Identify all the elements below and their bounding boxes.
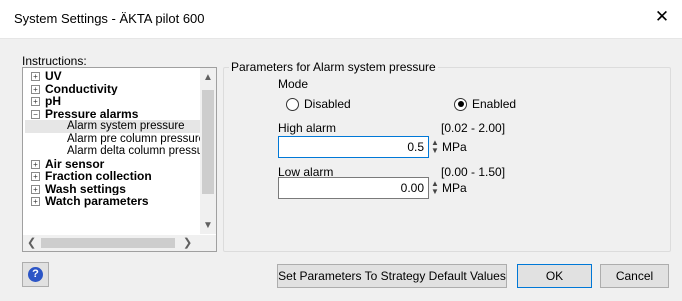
expand-icon[interactable]: + <box>31 84 40 94</box>
radio-enabled-circle <box>454 97 467 111</box>
title-bar: System Settings - ÄKTA pilot 600 ✕ <box>0 0 682 39</box>
tree-item-label: Air sensor <box>45 157 105 170</box>
tree-item-label: Alarm delta column pressur <box>67 145 200 157</box>
tree-list: + UV + Conductivity + pH − Pressure alarms Alarm… <box>25 70 200 208</box>
tree-child-item[interactable]: Alarm delta column pressur <box>25 145 200 158</box>
tree-item-label: Wash settings <box>45 182 126 195</box>
tree-child-item[interactable]: Alarm system pressure <box>25 120 200 133</box>
low-alarm-input[interactable]: 0.00 <box>278 177 429 199</box>
tree-item-label: Watch parameters <box>45 195 149 208</box>
mode-enabled-label: Enabled <box>472 97 517 111</box>
expand-icon[interactable]: + <box>31 184 40 194</box>
tree-item-label: Alarm system pressure <box>67 120 185 132</box>
scroll-right-icon[interactable]: ❯ <box>183 236 192 249</box>
low-alarm-spinner[interactable]: ▲ ▼ <box>431 180 439 196</box>
mode-disabled-radio[interactable]: Disabled <box>286 97 351 111</box>
tree-child-item[interactable]: Alarm pre column pressure <box>25 133 200 146</box>
mode-disabled-label: Disabled <box>304 97 351 111</box>
scroll-up-icon[interactable]: ▲ <box>200 72 216 83</box>
tree-category-item[interactable]: + Conductivity <box>25 83 200 96</box>
tree-category-item[interactable]: + Fraction collection <box>25 170 200 183</box>
radio-disabled-circle <box>286 97 299 111</box>
window-title: System Settings - ÄKTA pilot 600 <box>14 11 205 26</box>
tree-category-item[interactable]: − Pressure alarms <box>25 108 200 121</box>
tree-category-item[interactable]: + UV <box>25 70 200 83</box>
horizontal-scrollbar[interactable]: ❮ ❯ <box>23 235 216 251</box>
expand-icon[interactable]: + <box>31 172 40 182</box>
low-alarm-unit: MPa <box>442 181 467 195</box>
expand-icon[interactable]: + <box>31 159 40 169</box>
tree-category-item[interactable]: + Air sensor <box>25 158 200 171</box>
high-alarm-input[interactable]: 0.5 <box>278 136 429 158</box>
tree-item-label: UV <box>45 70 62 83</box>
parameters-group <box>223 67 671 252</box>
expand-icon[interactable]: + <box>31 97 40 107</box>
collapse-icon[interactable]: − <box>31 109 40 119</box>
help-button[interactable]: ? <box>22 262 49 287</box>
tree-item-label: pH <box>45 95 61 108</box>
tree-category-item[interactable]: + Wash settings <box>25 183 200 196</box>
scroll-left-icon[interactable]: ❮ <box>27 236 36 249</box>
tree-category-item[interactable]: + Watch parameters <box>25 195 200 208</box>
mode-label: Mode <box>278 77 309 91</box>
strategy-default-button[interactable]: Set Parameters To Strategy Default Value… <box>277 264 507 288</box>
expand-icon[interactable]: + <box>31 197 40 207</box>
vertical-scroll-thumb[interactable] <box>202 90 214 194</box>
tree-category-item[interactable]: + pH <box>25 95 200 108</box>
ok-button[interactable]: OK <box>517 264 592 288</box>
tree-item-label: Pressure alarms <box>45 107 139 120</box>
spin-down-icon[interactable]: ▼ <box>431 147 439 155</box>
high-alarm-range: [0.02 - 2.00] <box>441 121 506 135</box>
help-icon: ? <box>28 267 43 282</box>
low-alarm-range: [0.00 - 1.50] <box>441 165 506 179</box>
cancel-button[interactable]: Cancel <box>600 264 669 288</box>
expand-icon[interactable]: + <box>31 72 40 82</box>
strategy-default-label: Set Parameters To Strategy Default Value… <box>278 269 506 283</box>
instructions-tree[interactable]: + UV + Conductivity + pH − Pressure alarms Alarm… <box>22 67 217 252</box>
scroll-down-icon[interactable]: ▼ <box>200 220 216 231</box>
high-alarm-label: High alarm <box>278 121 337 135</box>
parameters-group-title: Parameters for Alarm system pressure <box>229 60 438 74</box>
spin-down-icon[interactable]: ▼ <box>431 188 439 196</box>
vertical-scrollbar[interactable]: ▲ ▼ <box>200 68 216 234</box>
high-alarm-unit: MPa <box>442 140 467 154</box>
tree-item-label: Conductivity <box>45 82 118 95</box>
close-icon[interactable]: ✕ <box>652 7 672 27</box>
tree-item-label: Fraction collection <box>45 170 152 183</box>
instructions-label: Instructions: <box>22 54 87 68</box>
high-alarm-spinner[interactable]: ▲ ▼ <box>431 139 439 155</box>
tree-item-label: Alarm pre column pressure <box>67 132 200 145</box>
horizontal-scroll-thumb[interactable] <box>41 238 175 248</box>
mode-enabled-radio[interactable]: Enabled <box>454 97 516 111</box>
